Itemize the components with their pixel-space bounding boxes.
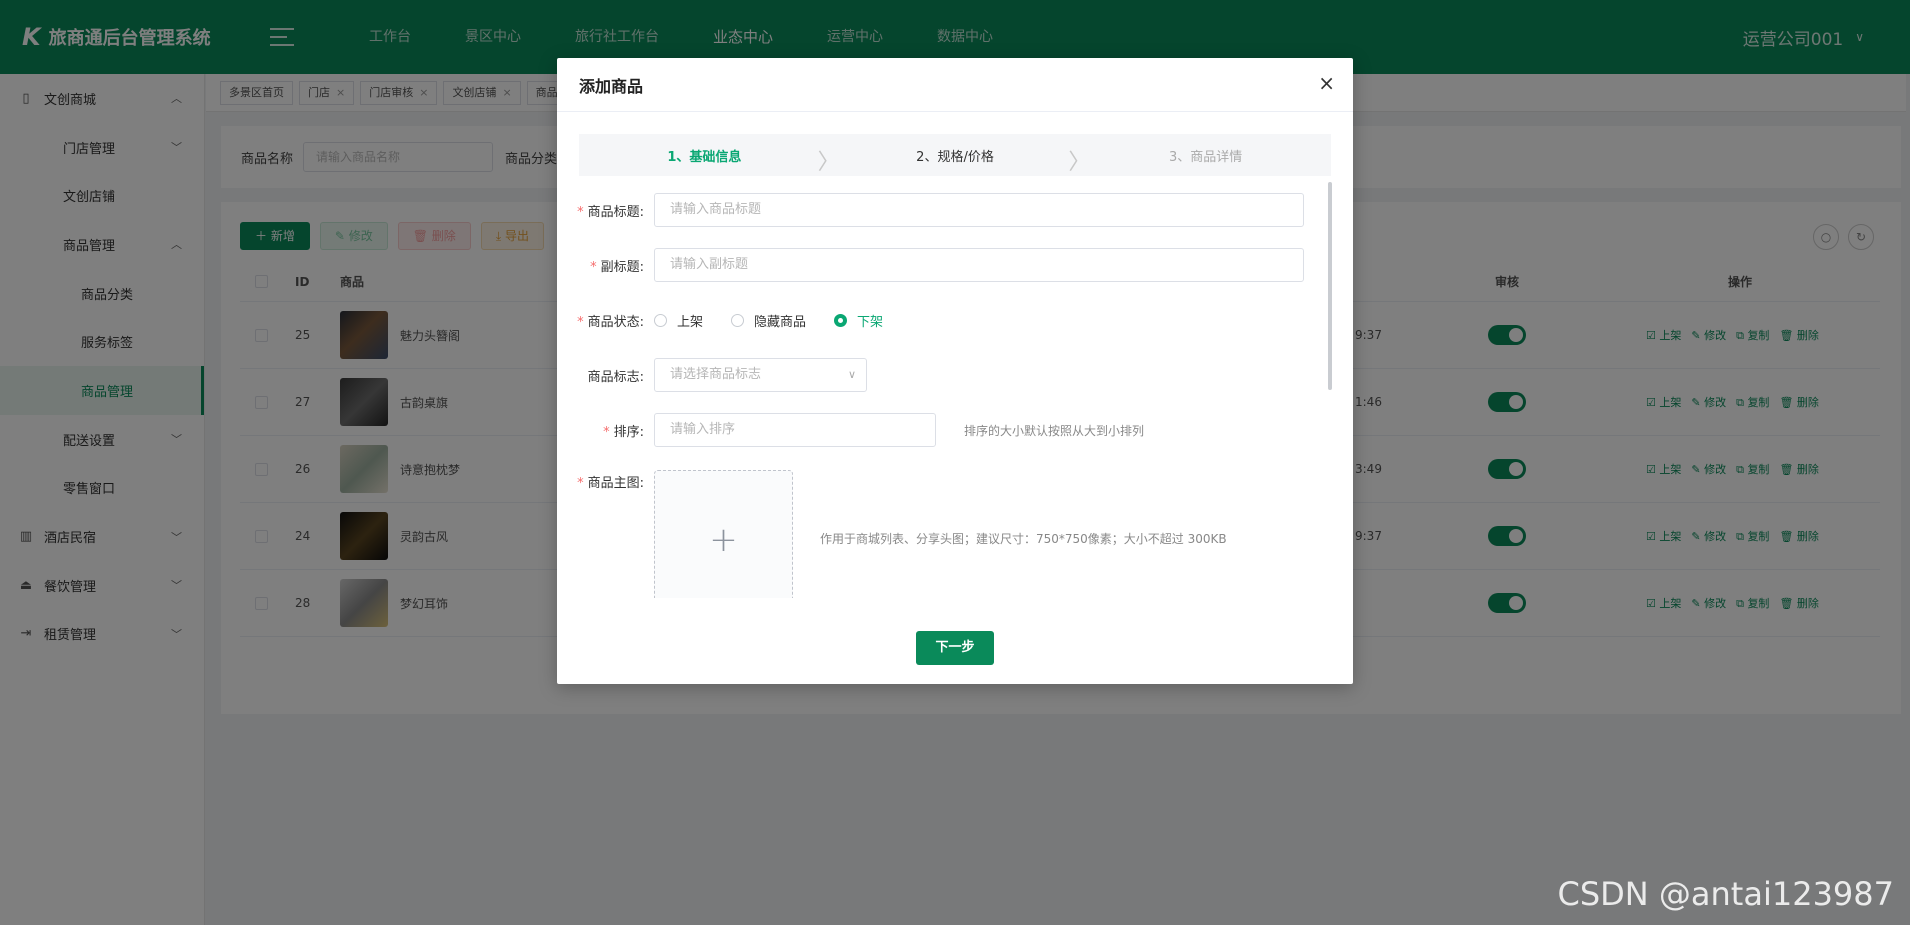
status-radio-hidden[interactable]: 隐藏商品: [731, 311, 806, 330]
step-spec-price[interactable]: 2、规格/价格 〉: [830, 134, 1090, 176]
product-title-label: * 商品标题:: [577, 204, 644, 220]
main-image-label: * 商品主图:: [577, 476, 644, 491]
field-product-title: * 商品标题: 请输入商品标题: [557, 193, 1304, 227]
main-image-hint: 作用于商城列表、分享头图；建议尺寸：750*750像素；大小不超过 300KB: [820, 532, 1227, 546]
field-sort: * 排序: 请输入排序 排序的大小默认按照从大到小排列: [557, 413, 1144, 447]
status-radio-on-shelf[interactable]: 上架: [654, 311, 703, 330]
form-scrollbar[interactable]: [1328, 182, 1332, 390]
basic-info-form: * 商品标题: 请输入商品标题 * 副标题: 请输入副标题 * 商品状态: 上架 隐藏…: [557, 182, 1353, 598]
close-icon[interactable]: ×: [1318, 73, 1335, 93]
subtitle-label: * 副标题:: [590, 259, 644, 275]
product-flag-label: 商品标志:: [587, 369, 644, 385]
field-subtitle: * 副标题: 请输入副标题: [557, 248, 1304, 282]
status-radio-off-shelf[interactable]: 下架: [834, 311, 883, 330]
product-status-label: * 商品状态:: [577, 314, 644, 330]
sort-hint: 排序的大小默认按照从大到小排列: [964, 423, 1145, 438]
chevron-down-icon: ∨: [847, 368, 856, 381]
product-status-radio-group: 上架 隐藏商品 下架: [654, 311, 911, 330]
step-product-detail[interactable]: 3、商品详情: [1080, 134, 1331, 176]
subtitle-input[interactable]: 请输入副标题: [654, 248, 1304, 282]
steps-indicator: 1、基础信息 〉 2、规格/价格 〉 3、商品详情: [579, 134, 1331, 176]
step-basic-info[interactable]: 1、基础信息 〉: [579, 134, 839, 176]
product-title-input[interactable]: 请输入商品标题: [654, 193, 1304, 227]
watermark: CSDN @antai123987: [1557, 875, 1895, 913]
image-upload-plus-icon[interactable]: +: [654, 470, 793, 598]
dialog-header: 添加商品 ×: [557, 58, 1353, 112]
sort-input[interactable]: 请输入排序: [654, 413, 936, 447]
next-step-button[interactable]: 下一步: [916, 631, 994, 665]
field-main-image: * 商品主图: + 作用于商城列表、分享头图；建议尺寸：750*750像素；大小不…: [557, 470, 1227, 598]
field-product-flag: 商品标志: 请选择商品标志 ∨: [557, 358, 867, 392]
field-product-status: * 商品状态: 上架 隐藏商品 下架: [557, 303, 911, 337]
add-product-dialog: 添加商品 × 1、基础信息 〉 2、规格/价格 〉 3、商品详情 * 商品标题: …: [557, 58, 1353, 684]
product-flag-select[interactable]: 请选择商品标志 ∨: [654, 358, 867, 392]
sort-label: * 排序:: [603, 424, 644, 440]
dialog-title: 添加商品: [579, 76, 644, 96]
